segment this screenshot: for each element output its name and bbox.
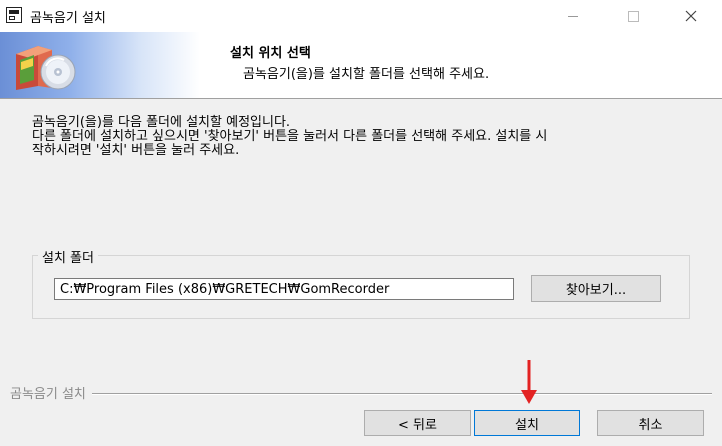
instruction-line-3: 작하시려면 '설치' 버튼을 눌러 주세요.: [32, 143, 240, 158]
cancel-button[interactable]: 취소: [597, 410, 704, 436]
back-button[interactable]: < 뒤로: [364, 410, 471, 436]
red-arrow-annotation: [521, 360, 537, 404]
install-path-input[interactable]: [54, 278, 514, 300]
software-box-cd-icon: [16, 46, 76, 90]
instruction-line-2: 다른 폴더에 설치하고 싶으시면 '찾아보기' 버튼을 눌러서 다른 폴더를 선…: [32, 129, 548, 144]
close-icon: [685, 10, 697, 22]
minimize-button[interactable]: [550, 0, 596, 32]
minimize-icon: [568, 15, 578, 17]
close-button[interactable]: [668, 0, 714, 32]
wizard-header: 설치 위치 선택 곰녹음기(을)를 설치할 폴더를 선택해 주세요.: [0, 32, 722, 99]
footer-brand-label: 곰녹음기 설치: [10, 383, 92, 402]
instruction-line-1: 곰녹음기(을)를 다음 폴더에 설치할 예정입니다.: [32, 115, 291, 130]
title-bar: 곰녹음기 설치: [0, 0, 722, 32]
maximize-icon: [627, 10, 639, 22]
browse-button[interactable]: 찾아보기...: [531, 275, 661, 302]
instruction-text: 곰녹음기(을)를 다음 폴더에 설치할 예정입니다. 다른 폴더에 설치하고 싶…: [32, 116, 692, 158]
page-subtitle: 곰녹음기(을)를 설치할 폴더를 선택해 주세요.: [243, 67, 490, 82]
header-banner-graphic: [0, 32, 200, 98]
maximize-button[interactable]: [610, 0, 656, 32]
page-title: 설치 위치 선택: [230, 46, 311, 61]
window-title: 곰녹음기 설치: [30, 11, 106, 26]
install-folder-group-label: 설치 폴더: [38, 247, 98, 266]
footer-divider: [10, 393, 712, 395]
installer-app-icon: [6, 7, 22, 23]
install-button[interactable]: 설치: [474, 410, 580, 436]
